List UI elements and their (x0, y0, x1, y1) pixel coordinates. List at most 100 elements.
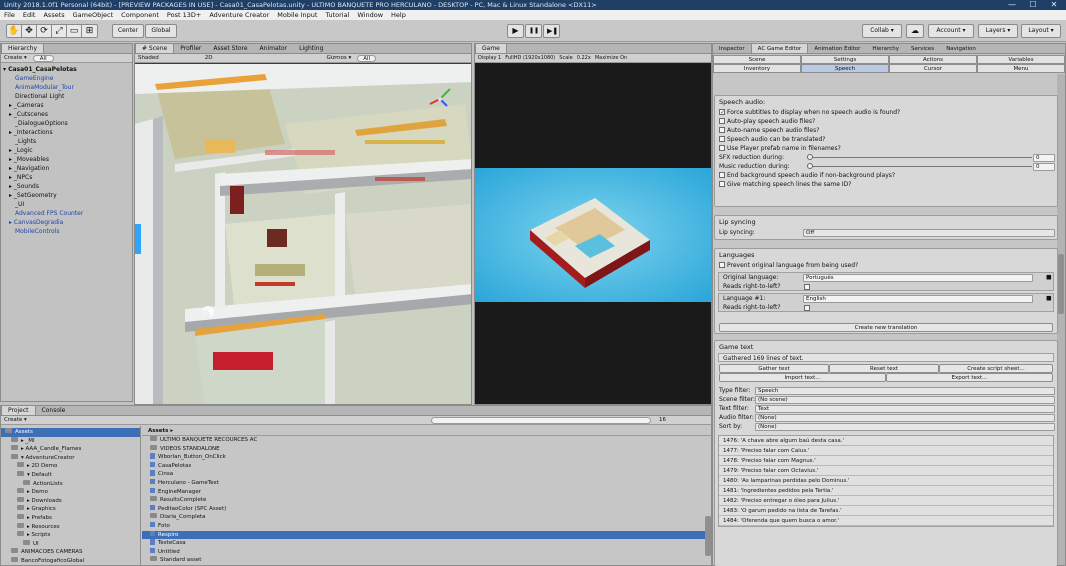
speech-option-checkbox[interactable] (719, 171, 725, 178)
game-text-line[interactable]: 1479: 'Preciso falar com Octavius.' (719, 466, 1053, 476)
gizmos-dropdown[interactable]: Gizmos ▾ (326, 54, 351, 62)
move-tool-icon[interactable]: ✥ (22, 25, 37, 37)
layers-dropdown[interactable]: Layers ▾ (978, 24, 1018, 38)
menu-component[interactable]: Component (121, 10, 159, 20)
project-folder-item[interactable]: ▸ 2D Demo (1, 462, 140, 471)
project-folder-item[interactable]: ▸ AAA_Candle_Flames (1, 445, 140, 454)
nav-menu-button[interactable]: Menu (977, 64, 1065, 73)
menu-edit[interactable]: Edit (23, 10, 36, 20)
speech-option-row[interactable]: Auto-play speech audio files? (715, 117, 1057, 126)
pivot-toggle[interactable]: Center (112, 24, 144, 38)
hierarchy-item[interactable]: ▸ _Moveables (3, 155, 130, 164)
rtl-original-checkbox[interactable] (804, 284, 810, 290)
display-dropdown[interactable]: Display 1 (478, 54, 501, 62)
tab-animator[interactable]: Animator (254, 44, 294, 53)
play-button[interactable]: ▶ (507, 24, 524, 38)
inspector-scroll-thumb[interactable] (1058, 254, 1064, 314)
create-translation-button[interactable]: Create new translation (719, 323, 1053, 332)
sfx-reduction-input[interactable]: 0 (1033, 153, 1055, 162)
menu-mobile-input[interactable]: Mobile Input (277, 10, 317, 20)
asset-item[interactable]: CasaPelotas (142, 461, 711, 471)
asset-item[interactable]: Wborlan_Button_OnClick (142, 453, 711, 462)
maximize-toggle[interactable]: Maximize On (595, 54, 627, 62)
prevent-original-checkbox[interactable] (719, 261, 725, 268)
project-create-button[interactable]: Create ▾ (4, 416, 27, 424)
speech-option-row[interactable]: Auto-name speech audio files? (715, 126, 1057, 135)
asset-item[interactable]: Cinsa (142, 470, 711, 479)
project-folder-item[interactable]: ▸ _MI (1, 436, 140, 446)
hierarchy-create-button[interactable]: Create ▾ (4, 54, 27, 62)
2d-toggle[interactable]: 2D (205, 54, 213, 62)
reset-text-button[interactable]: Reset text (829, 364, 939, 373)
menu-file[interactable]: File (4, 10, 15, 20)
asset-item[interactable]: Standard asset (142, 556, 711, 565)
hierarchy-item[interactable]: _DialogueOptions (3, 119, 130, 128)
asset-item[interactable]: Respiro (142, 530, 711, 540)
asset-item[interactable]: EngineManager (142, 487, 711, 497)
nav-cursor-button[interactable]: Cursor (889, 64, 977, 73)
hierarchy-item[interactable]: MobileControls (3, 227, 130, 236)
minimize-button[interactable]: — (1003, 0, 1021, 10)
music-slider[interactable] (807, 163, 1032, 169)
menu-assets[interactable]: Assets (43, 10, 64, 20)
hierarchy-item[interactable]: ▸ _Cutscenes (3, 110, 130, 119)
project-folder-item[interactable]: ▾ Default (1, 470, 140, 480)
project-folder-item[interactable]: ANIMACOES CAMERAS (1, 548, 140, 557)
filter-dropdown[interactable]: Speech (755, 386, 1055, 395)
transform-tool-icon[interactable]: ⊞ (82, 25, 97, 37)
project-folder-item[interactable]: BancoFotogaficoGlobal (1, 556, 140, 565)
cloud-icon[interactable]: ☁ (906, 24, 924, 38)
tab-ac-game-editor[interactable]: AC Game Editor (750, 44, 809, 53)
account-dropdown[interactable]: Account ▾ (928, 24, 974, 38)
nav-variables-button[interactable]: Variables (977, 55, 1065, 64)
tab-hierarchy-2[interactable]: Hierarchy (866, 44, 905, 53)
hierarchy-item[interactable]: Advanced FPS Counter (3, 209, 130, 218)
hierarchy-item[interactable]: ▸ CanvasDegradia (3, 218, 130, 227)
nav-inventory-button[interactable]: Inventory (713, 64, 801, 73)
step-button[interactable]: ▶❚ (543, 24, 560, 38)
inspector-scrollbar[interactable] (1057, 74, 1065, 565)
prevent-original-row[interactable]: Prevent original language from being use… (715, 261, 1057, 270)
filter-dropdown[interactable]: (None) (755, 422, 1055, 431)
speech-option-row[interactable]: ✓ Force subtitles to display when no spee… (715, 108, 1057, 117)
original-language-input[interactable]: Português (803, 273, 1033, 282)
asset-item[interactable]: Herculano - GameText (142, 478, 711, 488)
asset-item[interactable]: Foto (142, 521, 711, 531)
export-text-button[interactable]: Export text... (886, 373, 1053, 382)
scene-root-item[interactable]: ▾ Casa01_CasaPelotas (3, 65, 130, 74)
menu-post[interactable]: Post 13D+ (167, 10, 201, 20)
language-1-input[interactable]: English (803, 294, 1033, 303)
menu-gameobject[interactable]: GameObject (73, 10, 114, 20)
project-folder-item[interactable]: ▸ Resources (1, 522, 140, 532)
tab-inspector[interactable]: Inspector (713, 44, 751, 53)
game-text-line[interactable]: 1477: 'Preciso falar com Caius.' (719, 446, 1053, 456)
hierarchy-item[interactable]: ▸ _SetGeometry (3, 191, 130, 200)
maximize-button[interactable]: ☐ (1024, 0, 1042, 10)
music-reduction-input[interactable]: 0 (1033, 162, 1055, 171)
hierarchy-item[interactable]: GameEngine (3, 74, 130, 83)
asset-item[interactable]: Diaria_Completa (142, 513, 711, 522)
nav-settings-button[interactable]: Settings (801, 55, 889, 64)
close-button[interactable]: ✕ (1045, 0, 1063, 10)
project-folder-item[interactable]: ▾ AdventureCreator (1, 453, 140, 463)
project-folder-item[interactable]: ActionLists (1, 479, 140, 489)
menu-help[interactable]: Help (391, 10, 406, 20)
tab-console[interactable]: Console (36, 406, 72, 415)
nav-actions-button[interactable]: Actions (889, 55, 977, 64)
pause-button[interactable]: ❚❚ (525, 24, 542, 38)
game-text-line[interactable]: 1483: 'O garum pedido na lista de Tarefa… (719, 506, 1053, 516)
hierarchy-search-input[interactable]: All (32, 54, 54, 62)
space-toggle[interactable]: Global (145, 24, 177, 38)
sfx-slider[interactable] (807, 154, 1032, 160)
hierarchy-item[interactable]: ▸ _Sounds (3, 182, 130, 191)
tab-scene[interactable]: # Scene (135, 44, 175, 53)
project-folder-item[interactable]: ▸ Downloads (1, 496, 140, 506)
hierarchy-item[interactable]: ▸ _NPCs (3, 173, 130, 182)
speech-option-checkbox[interactable] (719, 117, 725, 124)
tab-navigation[interactable]: Navigation (940, 44, 982, 53)
filter-dropdown[interactable]: Text (755, 404, 1055, 413)
game-text-line[interactable]: 1484: 'Oferenda que quem busca o amor.' (719, 516, 1053, 526)
project-folder-item[interactable]: UI (1, 539, 140, 549)
hierarchy-item[interactable]: AnimaModular_Tour (3, 83, 130, 92)
tab-project[interactable]: Project (1, 406, 36, 415)
